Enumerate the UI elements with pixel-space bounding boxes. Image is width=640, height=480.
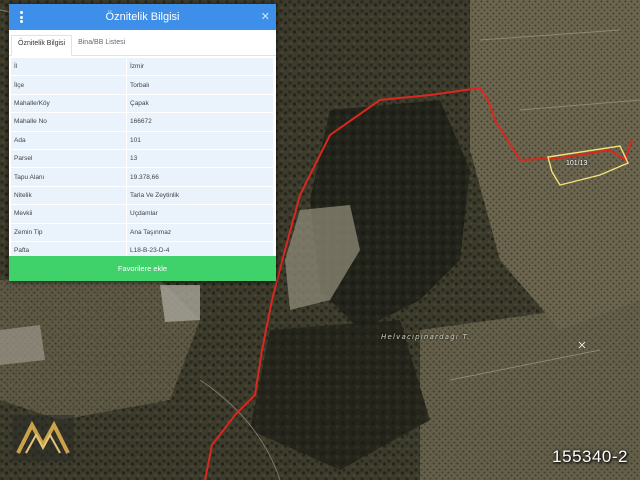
- table-row: Mevkii Uçdamlar: [11, 205, 273, 224]
- table-row: Mahalle/Köy Çapak: [11, 94, 273, 114]
- panel-tabs: Öznitelik Bilgisi Bina/BB Listesi: [9, 30, 276, 56]
- row-key: Mevkii: [11, 205, 127, 223]
- row-key: İlçe: [11, 76, 127, 94]
- table-row: Zemin Tip Ana Taşınmaz: [11, 223, 273, 242]
- panel-header: Öznitelik Bilgisi ✕: [9, 4, 276, 30]
- row-value: 101: [127, 131, 273, 149]
- brand-logo: [12, 415, 74, 461]
- table-row: Parsel 13: [11, 149, 273, 169]
- table-row: Nitelik Tarla Ve Zeytinlik: [11, 186, 273, 206]
- table-row: İl İzmir: [11, 58, 273, 77]
- table-row: Ada 101: [11, 131, 273, 150]
- row-key: Zemin Tip: [11, 223, 127, 241]
- row-key: İl: [11, 58, 127, 76]
- attribute-panel: Öznitelik Bilgisi ✕ Öznitelik Bilgisi Bi…: [9, 4, 276, 281]
- attribute-table: İl İzmir İlçe Torbalı Mahalle/Köy Çapak …: [11, 58, 273, 261]
- row-value: Ana Taşınmaz: [127, 223, 273, 241]
- listing-number: 155340-2: [552, 447, 628, 466]
- row-value: Çapak: [127, 94, 273, 113]
- table-row: Tapu Alanı 19.378,66: [11, 168, 273, 187]
- tab-attribute-info[interactable]: Öznitelik Bilgisi: [11, 35, 73, 56]
- row-value: İzmir: [127, 58, 273, 76]
- row-key: Ada: [11, 131, 127, 149]
- map-place-label: Helvacıpınardağı T.: [381, 333, 471, 341]
- row-value: 19.378,66: [127, 168, 273, 186]
- row-value: Uçdamlar: [127, 205, 273, 223]
- table-row: İlçe Torbalı: [11, 76, 273, 95]
- row-key: Nitelik: [11, 186, 127, 205]
- add-to-favorites-button[interactable]: Favorilere ekle: [9, 256, 276, 281]
- parcel-label: 101/13: [566, 160, 588, 167]
- panel-title: Öznitelik Bilgisi: [105, 11, 180, 23]
- tab-building-list[interactable]: Bina/BB Listesi: [72, 35, 131, 55]
- row-value: 13: [127, 149, 273, 168]
- row-key: Tapu Alanı: [11, 168, 127, 186]
- close-icon[interactable]: ✕: [261, 10, 270, 23]
- row-value: Torbalı: [127, 76, 273, 94]
- table-row: Mahalle No 166672: [11, 113, 273, 132]
- row-key: Parsel: [11, 149, 127, 168]
- row-value: Tarla Ve Zeytinlik: [127, 186, 273, 205]
- row-key: Mahalle No: [11, 113, 127, 131]
- row-key: Mahalle/Köy: [11, 94, 127, 113]
- more-vert-icon[interactable]: [18, 11, 24, 23]
- row-value: 166672: [127, 113, 273, 131]
